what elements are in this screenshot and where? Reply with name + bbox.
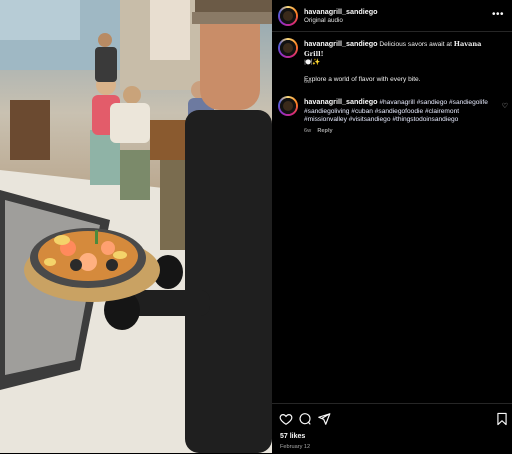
comment-text: havanagrill_sandiego #havanagrill #sandi…	[304, 97, 494, 125]
bookmark-icon[interactable]	[495, 412, 509, 426]
caption-avatar[interactable]	[278, 38, 298, 58]
post-username[interactable]: havanagrill_sandiego	[304, 7, 378, 16]
post-date: February 12	[280, 444, 311, 450]
comment-like-icon[interactable]: ♡	[502, 102, 508, 110]
heart-icon[interactable]	[279, 412, 293, 426]
avatar[interactable]	[278, 6, 298, 26]
caption-text: havanagrill_sandiego Delicious savors aw…	[304, 39, 500, 85]
comment-username[interactable]: havanagrill_sandiego	[304, 97, 378, 106]
caption-emoji: 🍽️✨	[304, 59, 321, 67]
post-details-panel: havanagrill_sandiego Original audio ••• …	[272, 0, 512, 453]
more-options-icon[interactable]: •••	[492, 10, 504, 20]
caption-age: 6w	[304, 79, 312, 85]
caption-username[interactable]: havanagrill_sandiego	[304, 39, 378, 48]
caption-line1: Delicious savors await at	[379, 41, 452, 48]
likes-count[interactable]: 57 likes	[280, 433, 305, 440]
caption-line2: Explore a world of flavor with every bit…	[304, 76, 421, 84]
comment-meta: 6w Reply	[304, 128, 333, 134]
share-icon[interactable]	[317, 412, 331, 426]
restaurant-photo	[0, 0, 272, 453]
post-header: havanagrill_sandiego Original audio •••	[272, 0, 512, 32]
reply-button[interactable]: Reply	[317, 128, 332, 134]
comment-icon[interactable]	[298, 412, 312, 426]
audio-label[interactable]: Original audio	[304, 17, 343, 24]
comment-avatar[interactable]	[278, 96, 298, 116]
post-media[interactable]	[0, 0, 272, 453]
comment-age: 6w	[304, 128, 312, 134]
post-footer: 57 likes February 12	[272, 403, 512, 454]
